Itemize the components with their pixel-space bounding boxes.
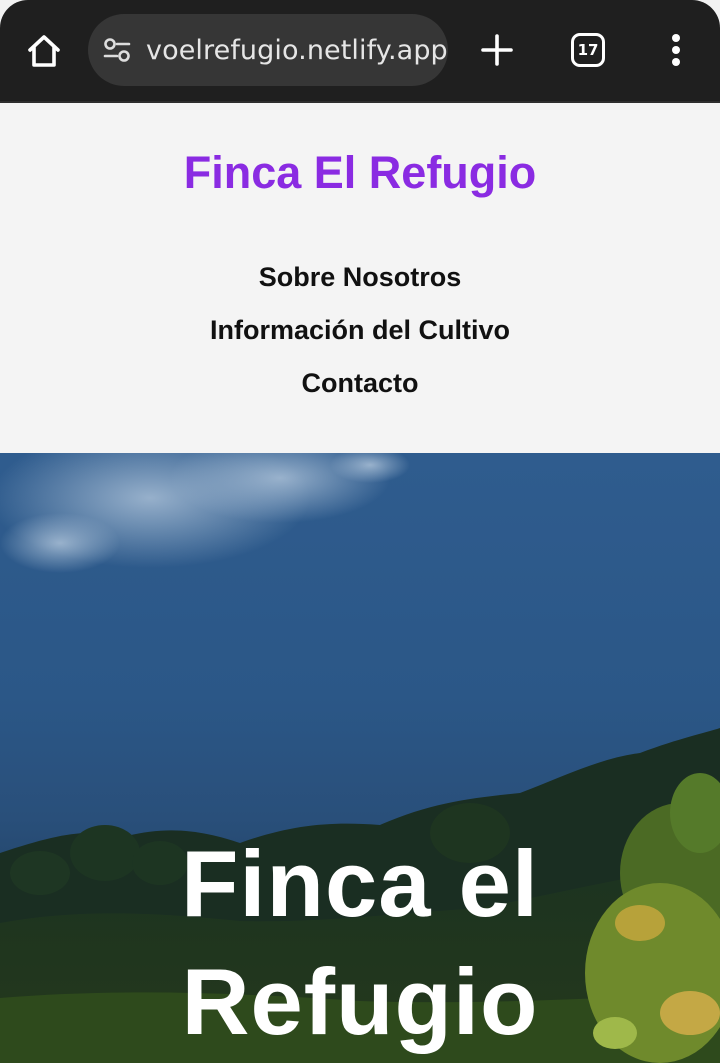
site-settings-icon <box>103 38 131 62</box>
hero-section: Finca el Refugio <box>0 453 720 1063</box>
hero-title: Finca el Refugio <box>0 825 720 1061</box>
home-icon <box>28 35 60 67</box>
site-title[interactable]: Finca El Refugio <box>0 147 720 199</box>
url-text[interactable]: voelrefugio.netlify.app <box>146 35 448 66</box>
tab-switcher-icon: 17 <box>571 33 605 67</box>
address-bar[interactable]: voelrefugio.netlify.app <box>88 14 448 86</box>
nav-link-sobre-nosotros[interactable]: Sobre Nosotros <box>0 251 720 304</box>
browser-toolbar: voelrefugio.netlify.app 17 <box>0 0 720 103</box>
tab-count: 17 <box>577 41 599 59</box>
nav-link-contacto[interactable]: Contacto <box>0 357 720 410</box>
hero-title-line-2: Refugio <box>181 949 539 1054</box>
main-nav: Sobre Nosotros Información del Cultivo C… <box>0 251 720 410</box>
tab-switcher-button[interactable]: 17 <box>566 28 610 72</box>
site-settings-button[interactable] <box>102 35 132 65</box>
new-tab-icon <box>481 34 513 66</box>
more-options-button[interactable] <box>654 28 698 72</box>
site-header: Finca El Refugio Sobre Nosotros Informac… <box>0 103 720 453</box>
nav-link-informacion-cultivo[interactable]: Información del Cultivo <box>0 304 720 357</box>
new-tab-button[interactable] <box>474 27 520 73</box>
hero-title-line-1: Finca el <box>180 831 540 936</box>
more-vert-icon <box>672 34 680 66</box>
home-button[interactable] <box>20 27 68 75</box>
